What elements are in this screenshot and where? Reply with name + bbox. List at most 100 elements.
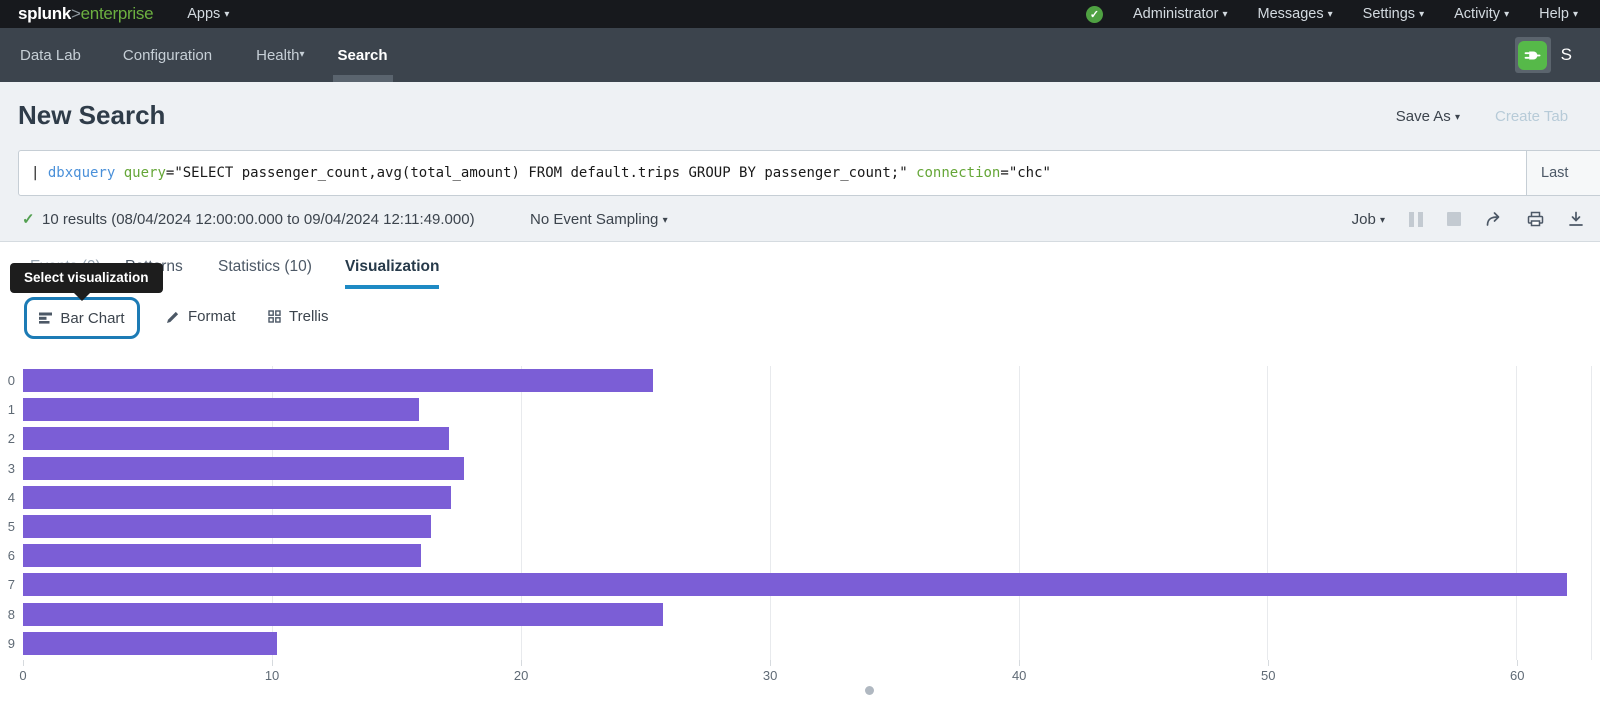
bar-segment[interactable]	[23, 573, 1567, 596]
tooltip-text: Select visualization	[24, 270, 149, 285]
chart-row: 8	[0, 600, 1592, 629]
chart-row: 5	[0, 512, 1592, 541]
bar-segment[interactable]	[23, 427, 449, 450]
query-equals: =	[166, 165, 174, 181]
x-axis-label: 0	[19, 668, 26, 683]
bar-segment[interactable]	[23, 544, 421, 567]
chevron-down-icon: ▾	[663, 215, 668, 226]
bar-segment[interactable]	[23, 603, 663, 626]
nav-item-search-active[interactable]: Search	[338, 28, 388, 82]
bar-segment[interactable]	[23, 457, 464, 480]
query-param-name: connection	[916, 165, 1000, 181]
tab-visualization-active[interactable]: Visualization	[345, 258, 439, 289]
logo-gt-text: >	[71, 4, 81, 23]
trellis-button[interactable]: Trellis	[268, 308, 328, 325]
menu-help-label: Help	[1539, 6, 1569, 22]
search-bar: | dbxquery query="SELECT passenger_count…	[18, 150, 1600, 196]
search-query-input[interactable]: | dbxquery query="SELECT passenger_count…	[19, 151, 1526, 195]
menu-messages[interactable]: Messages ▾	[1258, 6, 1333, 22]
y-axis-label: 1	[0, 402, 23, 417]
bar-segment[interactable]	[23, 398, 419, 421]
chevron-down-icon: ▾	[224, 9, 229, 20]
cursor-dot	[865, 686, 874, 695]
bar-segment[interactable]	[23, 486, 451, 509]
time-range-label: Last	[1541, 165, 1568, 181]
chevron-down-icon: ▾	[1328, 9, 1333, 20]
app-nav-bar: Data Lab Configuration Health▾ Search S	[0, 28, 1600, 82]
print-icon[interactable]	[1527, 211, 1544, 227]
x-axis-label: 40	[1012, 668, 1026, 683]
bar-track	[23, 369, 1592, 392]
job-menu[interactable]: Job ▾	[1352, 211, 1385, 228]
x-axis-label: 10	[265, 668, 279, 683]
bar-track	[23, 632, 1592, 655]
bar-track	[23, 515, 1592, 538]
chart-row: 0	[0, 366, 1592, 395]
nav-item-data-lab[interactable]: Data Lab	[20, 28, 81, 82]
chart-row: 3	[0, 454, 1592, 483]
query-param-value: "SELECT passenger_count,avg(total_amount…	[174, 165, 907, 181]
bar-segment[interactable]	[23, 369, 653, 392]
y-axis-label: 3	[0, 461, 23, 476]
y-axis-label: 8	[0, 607, 23, 622]
tab-statistics[interactable]: Statistics (10)	[218, 258, 312, 276]
logo-product-text: enterprise	[81, 4, 154, 23]
time-range-picker[interactable]: Last	[1526, 151, 1600, 195]
query-pipe: |	[31, 165, 48, 181]
app-icon-frame[interactable]	[1515, 37, 1551, 73]
x-axis-label: 60	[1510, 668, 1524, 683]
y-axis-label: 5	[0, 519, 23, 534]
trellis-label: Trellis	[289, 308, 328, 325]
menu-settings[interactable]: Settings ▾	[1363, 6, 1424, 22]
download-icon[interactable]	[1568, 211, 1584, 227]
apps-menu[interactable]: Apps ▾	[187, 6, 229, 22]
y-axis-label: 4	[0, 490, 23, 505]
chevron-down-icon: ▾	[1573, 9, 1578, 20]
query-space	[115, 165, 123, 181]
chevron-down-icon: ▾	[1419, 9, 1424, 20]
pause-icon[interactable]	[1409, 212, 1423, 227]
query-equals: =	[1000, 165, 1008, 181]
topbar-right-menus: ✓ Administrator ▾ Messages ▾ Settings ▾ …	[1086, 6, 1578, 23]
menu-administrator[interactable]: Administrator ▾	[1133, 6, 1227, 22]
axis-tick	[1268, 660, 1269, 666]
bar-track	[23, 544, 1592, 567]
bar-track	[23, 457, 1592, 480]
tab-statistics-label: Statistics (10)	[218, 258, 312, 275]
nav-health-label: Health	[256, 47, 299, 64]
bar-chart: 0123456789	[0, 366, 1592, 658]
bar-segment[interactable]	[23, 515, 431, 538]
save-as-button[interactable]: Save As ▾	[1396, 108, 1460, 125]
axis-tick	[770, 660, 771, 666]
stop-icon[interactable]	[1447, 212, 1461, 226]
chevron-down-icon: ▾	[1455, 112, 1460, 123]
axis-tick	[23, 660, 24, 666]
share-icon[interactable]	[1485, 211, 1503, 227]
bar-segment[interactable]	[23, 632, 277, 655]
menu-activity[interactable]: Activity ▾	[1454, 6, 1509, 22]
x-axis-labels: 0102030405060	[23, 668, 1592, 684]
bar-track	[23, 486, 1592, 509]
page-title: New Search	[18, 100, 165, 131]
pencil-icon	[166, 310, 180, 324]
query-command: dbxquery	[48, 165, 115, 181]
splunk-logo[interactable]: splunk>enterprise	[18, 4, 153, 24]
y-axis-label: 6	[0, 548, 23, 563]
select-visualization-tooltip: Select visualization	[10, 263, 163, 293]
menu-help[interactable]: Help ▾	[1539, 6, 1578, 22]
nav-item-configuration[interactable]: Configuration	[123, 28, 212, 82]
health-status-icon[interactable]: ✓	[1086, 6, 1103, 23]
logo-splunk-text: splunk	[18, 4, 71, 23]
axis-tick	[1517, 660, 1518, 666]
bar-track	[23, 427, 1592, 450]
format-button[interactable]: Format	[166, 308, 236, 325]
tab-visualization-label: Visualization	[345, 258, 439, 275]
top-bar: splunk>enterprise Apps ▾ ✓ Administrator…	[0, 0, 1600, 28]
query-space	[908, 165, 916, 181]
nav-item-health[interactable]: Health▾	[256, 28, 304, 82]
event-sampling-dropdown[interactable]: No Event Sampling ▾	[530, 211, 668, 228]
create-table-button[interactable]: Create Tab	[1495, 108, 1568, 125]
axis-tick	[272, 660, 273, 666]
menu-messages-label: Messages	[1258, 6, 1324, 22]
chevron-down-icon: ▾	[1380, 215, 1385, 226]
